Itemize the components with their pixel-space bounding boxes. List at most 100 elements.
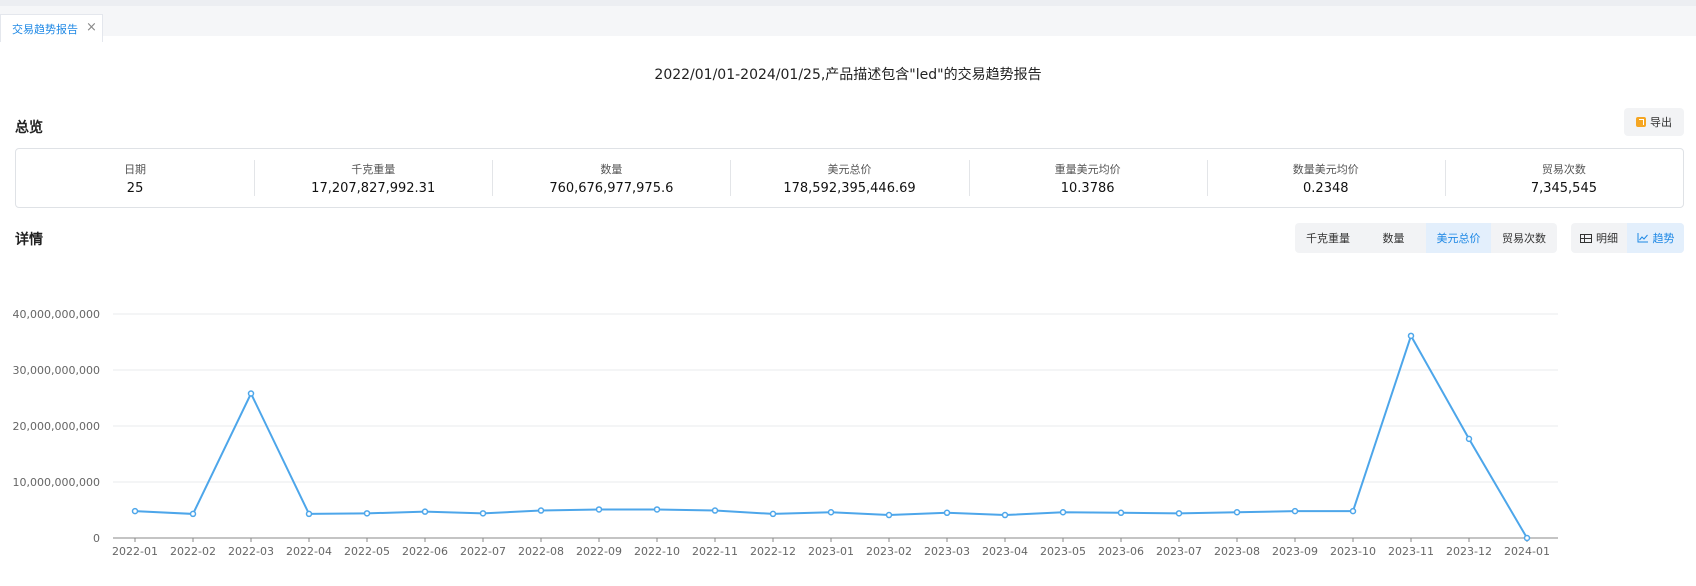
data-point — [1407, 332, 1415, 340]
tab-trade-trend-report[interactable]: 交易趋势报告 × — [0, 14, 103, 42]
x-tick-label: 2023-06 — [1098, 545, 1144, 558]
y-tick-label: 30,000,000,000 — [13, 364, 100, 377]
view-tab-detail[interactable]: 明细 — [1571, 223, 1627, 253]
data-point — [1291, 507, 1299, 515]
data-point — [595, 506, 603, 513]
overview-summary-panel: 日期 25 千克重量 17,207,827,992.31 数量 760,676,977… — [15, 148, 1684, 208]
overview-heading: 总览 — [15, 120, 43, 136]
stat-value: 7,345,545 — [1530, 180, 1597, 196]
data-point — [885, 511, 893, 519]
export-label: 导出 — [1650, 116, 1672, 129]
y-tick-label: 40,000,000,000 — [13, 308, 100, 321]
tab-label: 交易趋势报告 — [12, 22, 78, 36]
data-point — [711, 507, 719, 514]
stat-weight-usd-avg: 重量美元均价 10.3786 — [968, 149, 1207, 207]
x-tick-label: 2022-10 — [634, 545, 680, 558]
view-selector: 明细 趋势 — [1571, 223, 1684, 253]
trend-icon — [1637, 233, 1648, 243]
stat-label: 数量美元均价 — [1292, 162, 1359, 176]
x-tick-label: 2023-01 — [808, 545, 854, 558]
stat-quantity-usd-avg: 数量美元均价 0.2348 — [1206, 149, 1445, 207]
stat-value: 760,676,977,975.6 — [549, 180, 674, 196]
stat-value: 25 — [126, 180, 144, 196]
data-point — [189, 510, 197, 518]
x-tick-label: 2022-02 — [170, 545, 216, 558]
x-tick-label: 2022-07 — [460, 545, 506, 558]
stat-weight-kg: 千克重量 17,207,827,992.31 — [254, 149, 492, 207]
view-tab-label: 趋势 — [1652, 232, 1675, 245]
y-axis: 0 10,000,000,000 20,000,000,000 30,000,000,… — [13, 308, 100, 545]
x-tick-label: 2023-09 — [1272, 545, 1318, 558]
data-point — [1117, 509, 1125, 517]
details-heading: 详情 — [15, 232, 43, 248]
data-point — [305, 510, 313, 518]
stat-label: 重量美元均价 — [1054, 162, 1121, 176]
stat-label: 美元总价 — [827, 162, 872, 176]
x-axis: 2022-01 2022-02 2022-03 2022-04 2022-05 2022-… — [112, 537, 1558, 558]
data-point — [537, 507, 545, 514]
trend-line-chart: 0 10,000,000,000 20,000,000,000 30,000,000,… — [13, 308, 1558, 558]
stat-usd-total: 美元总价 178,592,395,446.69 — [730, 149, 968, 207]
data-point — [1349, 507, 1357, 515]
x-tick-label: 2022-12 — [750, 545, 796, 558]
stat-label: 贸易次数 — [1541, 162, 1586, 176]
data-point — [1001, 511, 1009, 519]
y-tick-label: 10,000,000,000 — [13, 476, 100, 489]
x-tick-label: 2022-06 — [402, 545, 448, 558]
data-point — [363, 510, 371, 517]
y-tick-label: 20,000,000,000 — [13, 420, 100, 433]
x-tick-label: 2023-08 — [1214, 545, 1260, 558]
series-line — [134, 333, 1528, 539]
x-tick-label: 2024-01 — [1504, 545, 1550, 558]
data-point — [827, 508, 835, 516]
data-point — [769, 510, 777, 518]
close-icon[interactable]: × — [86, 20, 97, 35]
stat-value: 178,592,395,446.69 — [783, 180, 916, 196]
view-tab-label: 明细 — [1596, 232, 1618, 245]
metric-tab-trade-count[interactable]: 贸易次数 — [1491, 223, 1557, 253]
x-tick-label: 2023-03 — [924, 545, 970, 558]
x-tick-label: 2023-12 — [1446, 545, 1492, 558]
metric-tab-quantity[interactable]: 数量 — [1361, 223, 1426, 253]
data-point — [479, 510, 487, 517]
x-tick-label: 2023-04 — [982, 545, 1028, 558]
x-tick-label: 2022-08 — [518, 545, 564, 558]
x-tick-label: 2022-11 — [692, 545, 738, 558]
x-tick-label: 2023-05 — [1040, 545, 1086, 558]
x-tick-label: 2023-11 — [1388, 545, 1434, 558]
view-tab-trend[interactable]: 趋势 — [1627, 223, 1684, 253]
data-point — [943, 509, 951, 517]
data-point — [653, 506, 661, 513]
stat-label: 千克重量 — [351, 162, 396, 176]
x-tick-label: 2022-04 — [286, 545, 332, 558]
tab-bar: 交易趋势报告 × — [0, 0, 1696, 42]
data-point — [1059, 508, 1067, 516]
x-tick-label: 2023-02 — [866, 545, 912, 558]
report-title: 2022/01/01-2024/01/25,产品描述包含"led"的交易趋势报告 — [654, 67, 1042, 83]
stat-value: 17,207,827,992.31 — [311, 180, 436, 196]
data-point — [1523, 534, 1531, 542]
stat-value: 0.2348 — [1303, 180, 1349, 196]
stat-value: 10.3786 — [1060, 180, 1115, 196]
x-tick-label: 2022-03 — [228, 545, 274, 558]
export-icon — [1636, 117, 1646, 127]
data-point — [1175, 510, 1183, 517]
stat-trade-count: 贸易次数 7,345,545 — [1444, 149, 1683, 207]
chart-series — [131, 332, 1531, 542]
x-tick-label: 2022-05 — [344, 545, 390, 558]
table-icon — [1580, 233, 1592, 243]
stat-quantity: 数量 760,676,977,975.6 — [492, 149, 730, 207]
chart-grid — [113, 313, 1558, 483]
x-tick-label: 2023-07 — [1156, 545, 1202, 558]
data-point — [1465, 435, 1473, 443]
stat-label: 日期 — [124, 162, 147, 176]
stat-date: 日期 25 — [16, 149, 254, 207]
y-tick-label: 0 — [93, 532, 100, 545]
metric-selector: 千克重量 数量 美元总价 贸易次数 — [1295, 223, 1557, 253]
export-button[interactable]: 导出 — [1624, 108, 1684, 136]
metric-tab-usd-total[interactable]: 美元总价 — [1426, 223, 1491, 253]
x-tick-label: 2022-09 — [576, 545, 622, 558]
x-tick-label: 2022-01 — [112, 545, 158, 558]
metric-tab-weight[interactable]: 千克重量 — [1295, 223, 1361, 253]
data-point — [1233, 508, 1241, 516]
